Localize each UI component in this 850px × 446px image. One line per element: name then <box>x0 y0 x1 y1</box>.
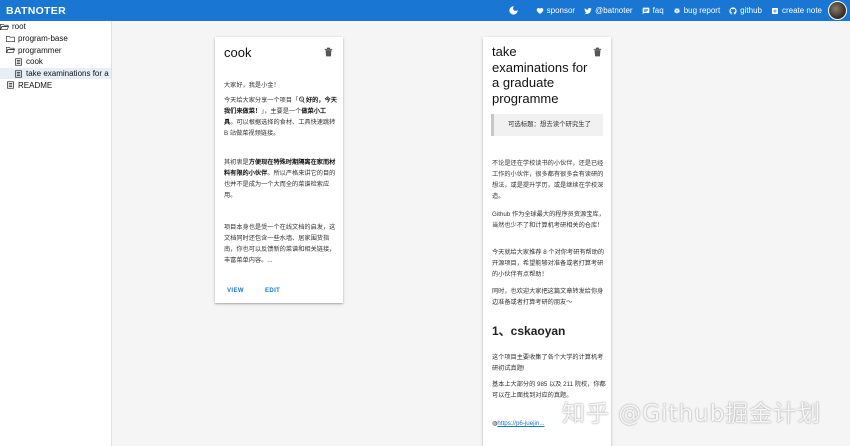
tree-item-program-base[interactable]: program-base <box>0 33 111 45</box>
twitter-label: @batnoter <box>595 6 633 15</box>
note-paragraph-2: Github 作为全球最大的程序员资源宝库，当然也少不了和计算机考研相关的仓库！ <box>492 211 605 229</box>
create-note-label: create note <box>781 6 822 15</box>
moon-icon <box>509 6 518 15</box>
note-paragraph-3: 今天就给大家推荐 8 个对你考研有帮助的开源项目，希望能够对准备或者打算考研的小… <box>492 249 605 278</box>
card-actions: VIEW EDIT <box>227 284 280 298</box>
note-card-cook: cook 大家好，我是小金！ 今天给大家分享一个项目「🍳好的，今天我们来做菜！」… <box>215 37 343 303</box>
github-link[interactable]: github <box>729 6 762 15</box>
note-paragraph-1: 不论是还在学校读书的小伙伴，还是已经工作的小伙伴，很多都有很多会有读研的想法，或… <box>492 160 604 200</box>
folder-open-icon <box>6 47 15 54</box>
note-icon <box>7 81 14 89</box>
view-button[interactable]: VIEW <box>227 284 244 298</box>
note-paragraph-5: 这个项目主要收集了各个大学的计算机考研初试真题! <box>492 354 604 372</box>
app-title[interactable]: BATNOTER <box>0 5 66 17</box>
note-icon <box>15 69 22 78</box>
app-bar: BATNOTER sponsor @batnoter faq bug repor… <box>0 0 850 21</box>
heart-icon <box>536 7 543 14</box>
tree-label-readme: README <box>18 80 53 90</box>
bug-report-link[interactable]: bug report <box>673 6 720 15</box>
tree-item-cook[interactable]: cook <box>0 56 111 68</box>
note-title[interactable]: take examinations for a graduate program… <box>492 44 594 106</box>
github-icon <box>729 6 737 14</box>
note-title[interactable]: cook <box>224 45 251 61</box>
note-paragraph-2: 今天给大家分享一个项目「🍳好的，今天我们来做菜！」，主要是一个做菜小工具。可以根… <box>224 95 338 139</box>
delete-icon[interactable] <box>593 47 602 57</box>
tree-item-take-examinations[interactable]: take examinations for a <box>0 67 111 80</box>
dark-mode-toggle[interactable] <box>508 5 519 16</box>
chat-icon <box>642 7 649 14</box>
tree-item-root[interactable]: root <box>0 21 111 33</box>
faq-link[interactable]: faq <box>642 6 664 15</box>
text-span: 今天给大家分享一个项目「🍳 <box>224 97 306 104</box>
file-tree: root program-base programmer cook take e… <box>0 21 112 446</box>
text-span: 。可以根据选择的食材、工具快速跳转 B 站做菜视频链接。 <box>224 119 336 137</box>
bug-report-label: bug report <box>683 6 721 15</box>
twitter-link[interactable]: @batnoter <box>584 6 633 15</box>
tree-item-programmer[interactable]: programmer <box>0 44 111 56</box>
note-paragraph-4: 同时，也欢迎大家把这篇文章转发给你身边准备或者打算考研的朋友～ <box>492 288 604 306</box>
delete-icon[interactable] <box>324 47 333 57</box>
add-box-icon <box>771 7 778 14</box>
bug-icon <box>674 7 680 13</box>
github-label: github <box>740 6 762 15</box>
folder-icon <box>6 35 15 42</box>
folder-open-icon <box>0 23 9 30</box>
note-card-take-examinations: take examinations for a graduate program… <box>483 37 611 446</box>
sponsor-label: sponsor <box>546 6 576 15</box>
tree-item-readme[interactable]: README <box>0 79 111 91</box>
avatar[interactable] <box>828 1 847 20</box>
note-heading: 1、cskaoyan <box>492 324 566 338</box>
sponsor-link[interactable]: sponsor <box>536 6 575 15</box>
note-paragraph-3: 其初衷是方便现在特殊时期隔离在家而材料有限的小伙伴。所以严格来讲它的目的也并不是… <box>224 157 338 201</box>
tree-label-take-examinations: take examinations for a <box>26 69 109 79</box>
note-paragraph-4: 项目本身也是受一个在线文档的启发，这文档同时还包含一些水墙、居家围货指南，你也可… <box>224 224 336 264</box>
tree-label-root: root <box>12 22 26 32</box>
create-note-button[interactable]: create note <box>771 6 822 15</box>
twitter-icon <box>584 7 592 14</box>
note-icon <box>15 58 22 66</box>
text-span: 其初衷是 <box>224 159 249 166</box>
tree-label-programmer: programmer <box>18 45 62 55</box>
nav-bar: sponsor @batnoter faq bug report github … <box>499 0 850 21</box>
image-url-link[interactable]: https://p6-juejin... <box>497 420 544 427</box>
tree-label-cook: cook <box>26 57 43 67</box>
text-span: 」，主要是一个 <box>261 108 302 115</box>
edit-button[interactable]: EDIT <box>265 284 280 298</box>
note-blockquote: 可选标题：想去读个研究生了 <box>491 114 603 136</box>
note-paragraph-1: 大家好，我是小金！ <box>224 82 280 89</box>
faq-label: faq <box>652 6 664 15</box>
tree-label-program-base: program-base <box>18 34 68 44</box>
watermark: 知乎 @Github掘金计划 <box>562 401 822 427</box>
